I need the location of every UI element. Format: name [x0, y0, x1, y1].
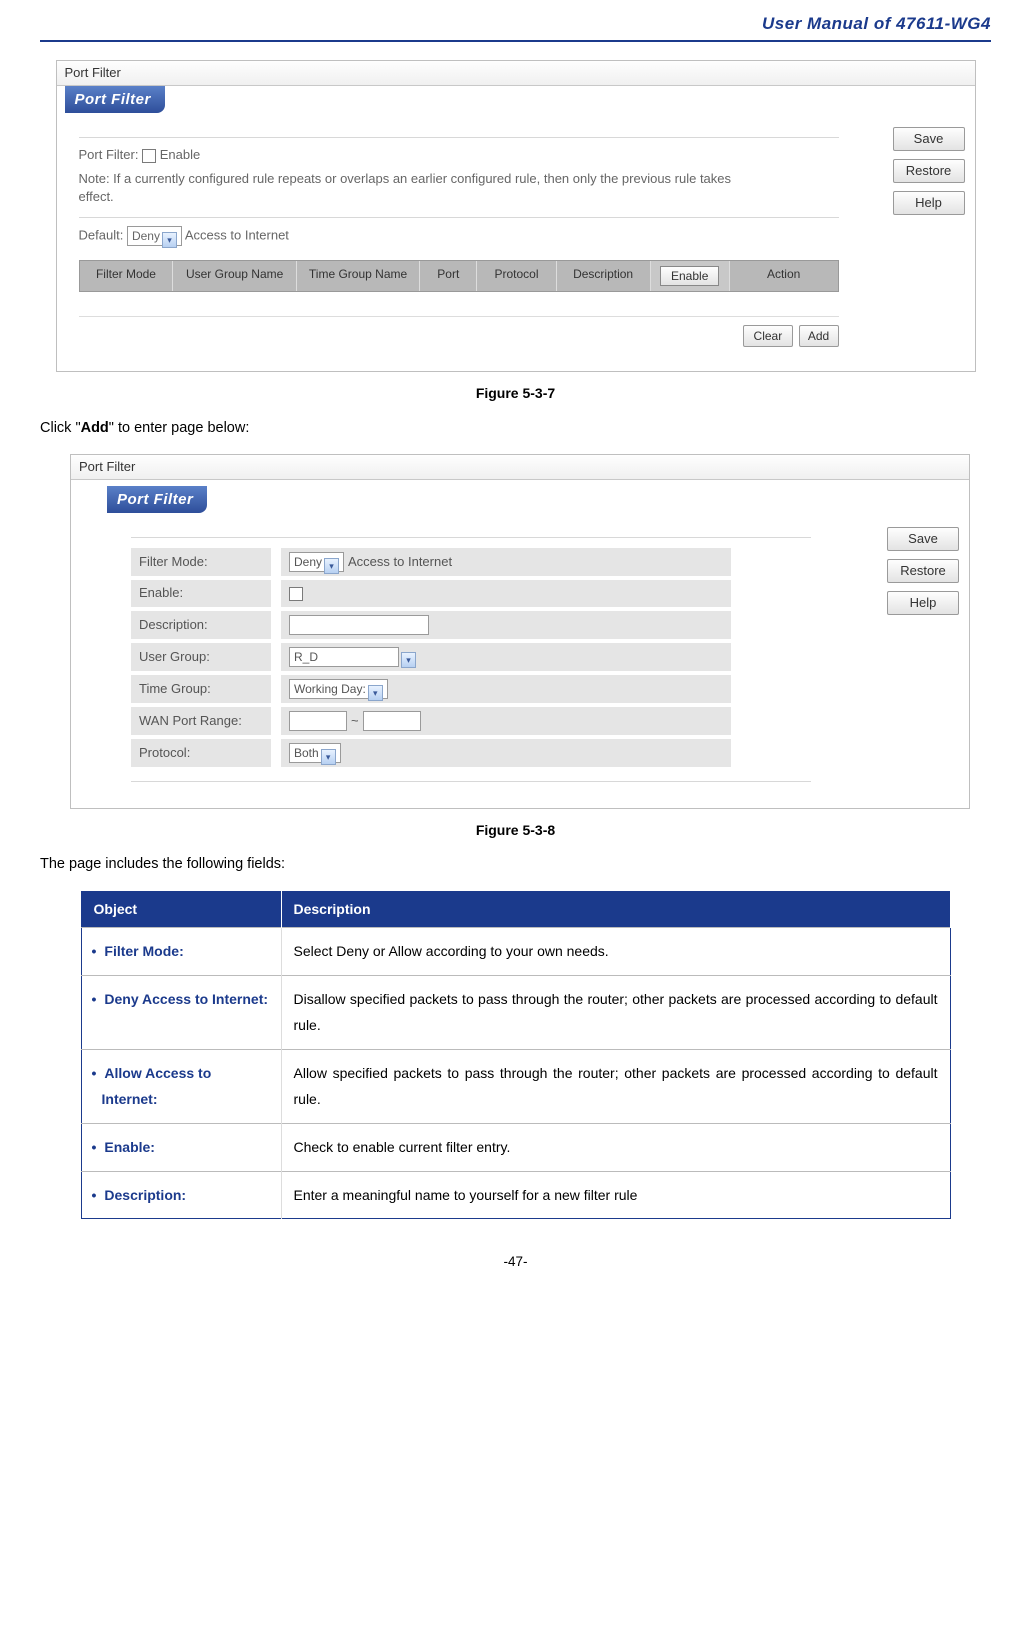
body-text-2: The page includes the following fields: — [40, 854, 991, 874]
filter-mode-value: Deny — [294, 555, 322, 569]
col-protocol: Protocol — [477, 261, 556, 292]
note-text: Note: If a currently configured rule rep… — [79, 170, 769, 206]
clear-button[interactable]: Clear — [743, 325, 793, 347]
save-button[interactable]: Save — [887, 527, 959, 551]
chevron-down-icon — [162, 232, 177, 248]
add-button[interactable]: Add — [799, 325, 839, 347]
enable-header-button[interactable]: Enable — [660, 266, 719, 287]
page-header: User Manual of 47611-WG4 — [40, 12, 991, 42]
window-titlebar: Port Filter — [57, 61, 975, 86]
obj-cell: Enable: — [81, 1124, 281, 1172]
chevron-down-icon — [368, 685, 383, 701]
window-titlebar: Port Filter — [71, 455, 969, 480]
screenshot-port-filter-add: Port Filter Port Filter Save Restore Hel… — [70, 454, 970, 808]
port-filter-checkbox[interactable] — [142, 149, 156, 163]
save-button[interactable]: Save — [893, 127, 965, 151]
time-group-value: Working Day: — [294, 682, 366, 696]
table-header-description: Description — [281, 891, 950, 928]
chevron-down-icon — [401, 652, 416, 668]
filter-mode-label: Filter Mode: — [131, 548, 271, 576]
table-row: Description: Enter a meaningful name to … — [81, 1171, 950, 1219]
user-group-select[interactable]: R_D — [289, 647, 399, 667]
restore-button[interactable]: Restore — [893, 159, 965, 183]
enable-label: Enable: — [131, 580, 271, 606]
desc-cell: Select Deny or Allow according to your o… — [281, 928, 950, 976]
table-row: Allow Access to Internet: Allow specifie… — [81, 1049, 950, 1123]
wan-port-label: WAN Port Range: — [131, 707, 271, 735]
protocol-select[interactable]: Both — [289, 743, 341, 763]
wan-port-from-input[interactable] — [289, 711, 347, 731]
section-header: Port Filter — [107, 486, 207, 513]
tilde-separator: ~ — [351, 712, 359, 730]
figure-caption-2: Figure 5-3-8 — [40, 821, 991, 841]
screenshot-port-filter-list: Port Filter Port Filter Save Restore Hel… — [56, 60, 976, 373]
table-row: Filter Mode: Select Deny or Allow accord… — [81, 928, 950, 976]
obj-cell: Filter Mode: — [81, 928, 281, 976]
description-input[interactable] — [289, 615, 429, 635]
obj-cell: Description: — [81, 1171, 281, 1219]
table-row: Deny Access to Internet: Disallow specif… — [81, 975, 950, 1049]
filter-mode-suffix: Access to Internet — [348, 553, 452, 571]
protocol-label: Protocol: — [131, 739, 271, 767]
user-group-value: R_D — [294, 650, 318, 664]
col-description: Description — [557, 261, 651, 292]
user-group-label: User Group: — [131, 643, 271, 671]
form-grid: Filter Mode: Deny Access to Internet Ena… — [131, 548, 731, 766]
desc-cell: Disallow specified packets to pass throu… — [281, 975, 950, 1049]
table-row: Enable: Check to enable current filter e… — [81, 1124, 950, 1172]
desc-cell: Enter a meaningful name to yourself for … — [281, 1171, 950, 1219]
help-button[interactable]: Help — [887, 591, 959, 615]
wan-port-to-input[interactable] — [363, 711, 421, 731]
default-select-value: Deny — [132, 229, 160, 243]
section-header: Port Filter — [65, 86, 165, 113]
chevron-down-icon — [321, 749, 336, 765]
field-description-table: Object Description Filter Mode: Select D… — [81, 891, 951, 1220]
description-label: Description: — [131, 611, 271, 639]
restore-button[interactable]: Restore — [887, 559, 959, 583]
time-group-select[interactable]: Working Day: — [289, 679, 388, 699]
default-select[interactable]: Deny — [127, 226, 182, 246]
time-group-label: Time Group: — [131, 675, 271, 703]
table-header-object: Object — [81, 891, 281, 928]
port-filter-label: Port Filter: — [79, 147, 139, 162]
protocol-value: Both — [294, 746, 319, 760]
filter-mode-select[interactable]: Deny — [289, 552, 344, 572]
col-action: Action — [730, 261, 838, 292]
col-filter-mode: Filter Mode — [80, 261, 174, 292]
page-number: -47- — [40, 1253, 991, 1272]
default-suffix: Access to Internet — [185, 227, 289, 242]
figure-caption-1: Figure 5-3-7 — [40, 384, 991, 404]
default-label: Default: — [79, 227, 124, 242]
obj-cell: Deny Access to Internet: — [81, 975, 281, 1049]
body-text-1: Click "Add" to enter page below: — [40, 418, 991, 438]
desc-cell: Allow specified packets to pass through … — [281, 1049, 950, 1123]
chevron-down-icon — [324, 558, 339, 574]
desc-cell: Check to enable current filter entry. — [281, 1124, 950, 1172]
enable-label: Enable — [160, 147, 200, 162]
enable-checkbox[interactable] — [289, 587, 303, 601]
col-time-group: Time Group Name — [297, 261, 420, 292]
filter-table-header: Filter Mode User Group Name Time Group N… — [79, 260, 839, 293]
col-enable: Enable — [651, 261, 730, 292]
help-button[interactable]: Help — [893, 191, 965, 215]
col-user-group: User Group Name — [173, 261, 296, 292]
col-port: Port — [420, 261, 477, 292]
obj-cell: Allow Access to Internet: — [81, 1049, 281, 1123]
